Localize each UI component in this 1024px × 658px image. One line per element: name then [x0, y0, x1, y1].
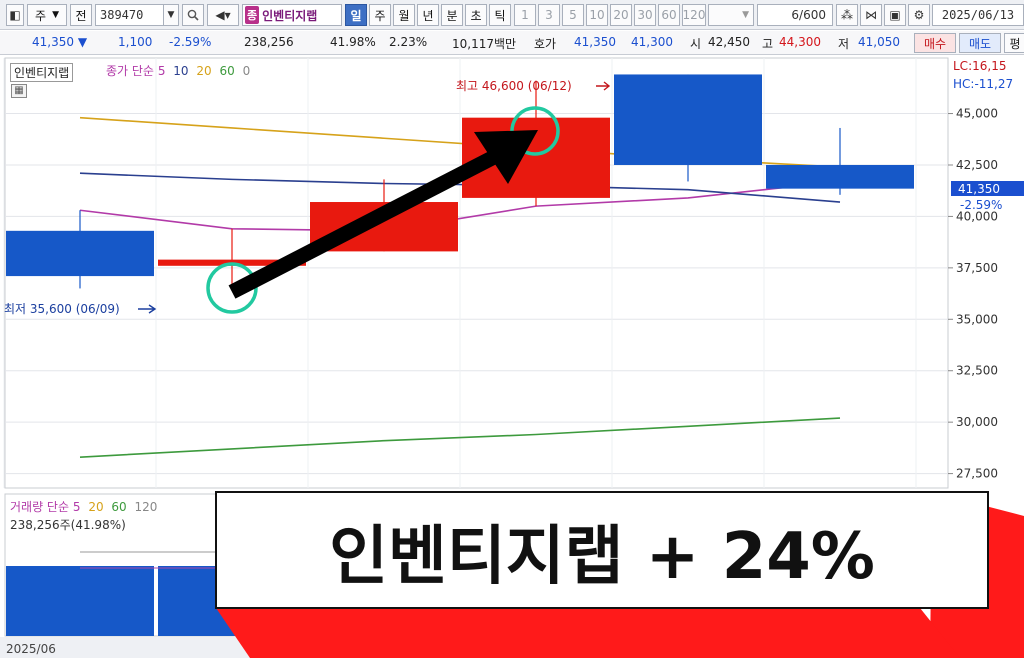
stock-name: 인벤티지랩	[262, 8, 318, 23]
ma-legend-20: 20	[196, 64, 212, 78]
ma-legend-60: 60	[219, 64, 235, 78]
volume-legend-5: 5	[72, 500, 81, 514]
volume-legend: 거래량 단순 5 20 60 120	[10, 498, 157, 515]
lc-label: LC:16,15	[953, 59, 1006, 73]
y-tick-label: 45,000	[956, 107, 998, 121]
volume-ratio: 41.98%	[330, 35, 376, 49]
ma-legend-0: 0	[242, 64, 251, 78]
date-field[interactable]: 2025/06/13	[932, 4, 1024, 26]
x-axis-label: 2025/06	[6, 642, 56, 656]
current-price: 41,350 ▼	[32, 35, 87, 49]
period-year[interactable]: 년	[417, 4, 439, 26]
ma-legend-label: 종가 단순	[106, 64, 154, 78]
ma-legend-5: 5	[157, 64, 166, 78]
y-tick-label: 37,500	[956, 261, 998, 275]
price-value: 41,350	[32, 35, 74, 49]
y-tick-label: 32,500	[956, 364, 998, 378]
y-tick-label: 42,500	[956, 158, 998, 172]
period-week[interactable]: 주	[369, 4, 391, 26]
grid-toggle-icon[interactable]: ▦	[11, 84, 27, 98]
price-chart[interactable]: 45,00042,50040,00037,50035,00032,50030,0…	[0, 56, 1024, 658]
ma-legend-10: 10	[173, 64, 189, 78]
current-pct-label: -2.59%	[960, 198, 1002, 212]
candle-body[interactable]	[614, 74, 762, 165]
hc-label: HC:-11,27	[953, 77, 1013, 91]
volume-legend-20: 20	[88, 500, 104, 514]
y-tick-label: 30,000	[956, 415, 998, 429]
count-value: 6	[791, 8, 800, 22]
bid-label: 호가	[534, 37, 557, 51]
open-label: 시	[690, 37, 702, 51]
ma-legend: 종가 단순 5 10 20 60 0	[106, 62, 250, 79]
price-change: 1,100	[118, 35, 153, 49]
buy-button[interactable]: 매수	[914, 33, 956, 53]
stock-type-badge: 종	[245, 6, 260, 24]
banner-text: 인벤티지랩 + 24%	[329, 520, 875, 594]
down-arrow-icon: ▼	[77, 35, 88, 49]
code-dropdown-icon[interactable]: ▼	[163, 4, 179, 26]
period-minute[interactable]: 분	[441, 4, 463, 26]
interval-20[interactable]: 20	[610, 4, 632, 26]
search-icon[interactable]	[182, 4, 204, 26]
candle-settings-icon[interactable]: ⁂	[836, 4, 858, 26]
volume-legend-60: 60	[111, 500, 127, 514]
scope-button[interactable]: 전	[70, 4, 92, 26]
turnover: 2.23%	[389, 35, 428, 49]
code-value: 389470	[100, 8, 144, 22]
chart-area: 45,000 42,500 40,000 37,500 35,000 32,500 30,0…	[0, 56, 1024, 658]
price-change-pct: -2.59%	[169, 35, 212, 49]
high-annotation: 최고 46,600 (06/12)	[456, 79, 572, 93]
low-price: 41,050	[858, 35, 900, 49]
y-tick-label: 27,500	[956, 467, 998, 481]
market-select[interactable]: 주 ▼	[27, 4, 67, 26]
banner-accent-bottom	[216, 608, 960, 658]
interval-5[interactable]: 5	[562, 4, 584, 26]
chevron-down-icon: ▼	[52, 10, 59, 20]
toolbar: ◧ 주 ▼ 전 389470 ▼ ◀▾ 종 인벤티지랩 일 주 월 년 분 초 틱…	[0, 0, 1024, 30]
save-icon[interactable]: ▣	[884, 4, 906, 26]
interval-30[interactable]: 30	[634, 4, 656, 26]
speaker-icon[interactable]: ◀▾	[207, 4, 239, 26]
candle-body[interactable]	[6, 230, 154, 277]
volume-value-label: 238,256주(41.98%)	[10, 518, 126, 532]
interval-3[interactable]: 3	[538, 4, 560, 26]
stock-legend-tag[interactable]: 인벤티지랩	[10, 63, 74, 82]
candle-body[interactable]	[766, 164, 914, 189]
bid-price: 41,300	[631, 35, 673, 49]
volume-legend-label: 거래량 단순	[10, 500, 70, 514]
stock-name-field[interactable]: 종 인벤티지랩	[242, 4, 342, 26]
ask-price: 41,350	[574, 35, 616, 49]
volume-legend-120: 120	[134, 500, 158, 514]
high-label: 고	[762, 37, 774, 51]
period-tick[interactable]: 틱	[489, 4, 511, 26]
low-label: 저	[838, 37, 850, 51]
interval-dropdown[interactable]: ▼	[708, 4, 754, 26]
y-tick-label: 35,000	[956, 312, 998, 326]
volume-value: 238,256	[244, 35, 294, 49]
interval-120[interactable]: 120	[682, 4, 706, 26]
current-price-tag-text: 41,350	[958, 182, 1000, 196]
sell-button[interactable]: 매도	[959, 33, 1001, 53]
extra-button[interactable]: 평	[1004, 33, 1024, 53]
quote-bar: 41,350 ▼ 1,100 -2.59% 238,256 41.98% 2.2…	[0, 31, 1024, 55]
interval-1[interactable]: 1	[514, 4, 536, 26]
trade-amount: 10,117백만	[452, 37, 517, 51]
gear-icon[interactable]: ⚙	[908, 4, 930, 26]
market-value: 주	[35, 8, 47, 23]
count-field[interactable]: 6/600	[757, 4, 833, 26]
period-month[interactable]: 월	[393, 4, 415, 26]
interval-10[interactable]: 10	[586, 4, 608, 26]
interval-60[interactable]: 60	[658, 4, 680, 26]
period-second[interactable]: 초	[465, 4, 487, 26]
high-price: 44,300	[779, 35, 821, 49]
period-day[interactable]: 일	[345, 4, 367, 26]
count-max: /600	[799, 8, 826, 22]
chart-type-icon[interactable]: ⋈	[860, 4, 882, 26]
open-price: 42,450	[708, 35, 750, 49]
volume-bar	[6, 566, 154, 636]
y-axis: 45,00042,50040,00037,50035,00032,50030,0…	[948, 107, 998, 481]
layout-icon[interactable]: ◧	[6, 4, 24, 26]
low-annotation: 최저 35,600 (06/09)	[4, 302, 120, 316]
